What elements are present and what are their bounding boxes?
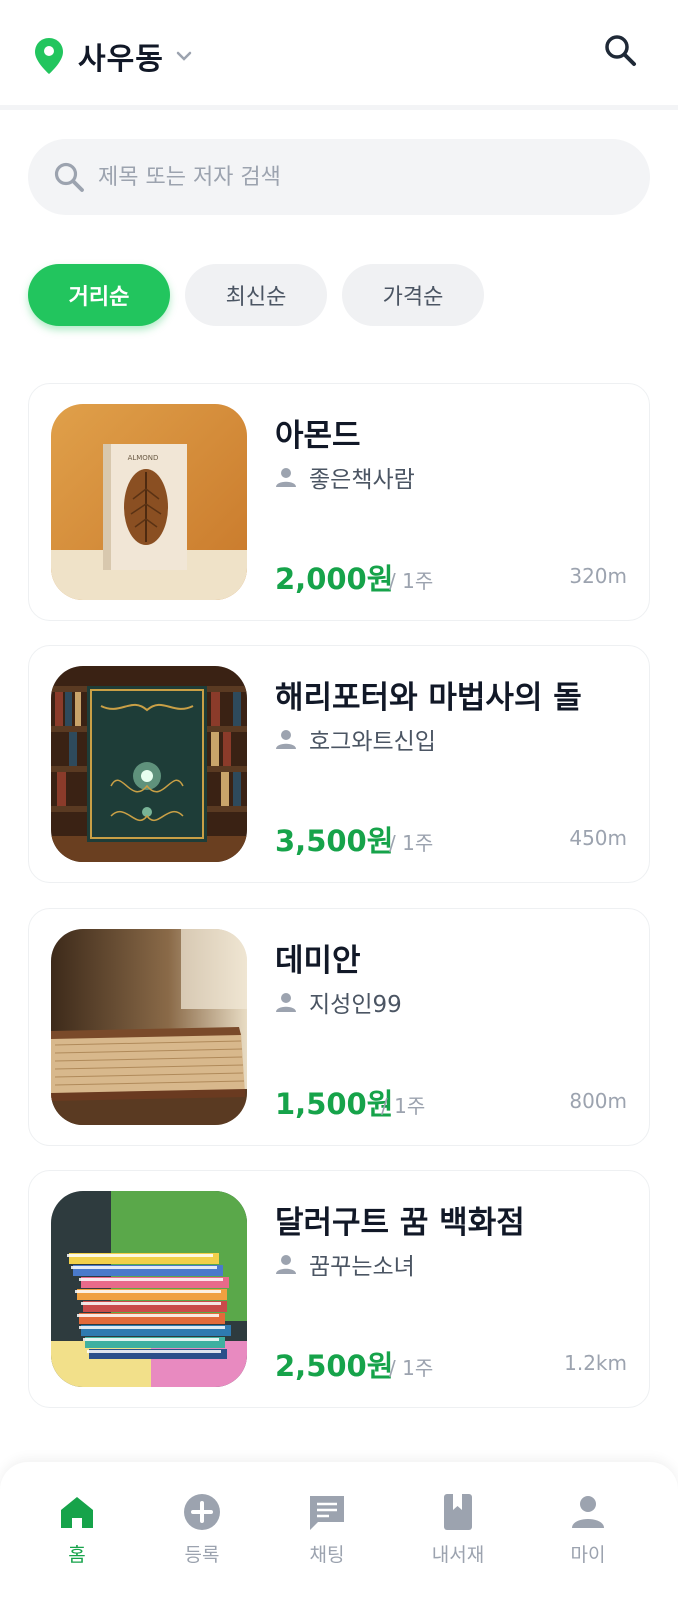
book-owner: 지성인99 xyxy=(275,985,402,1019)
nav-my[interactable]: 마이 xyxy=(538,1492,638,1567)
home-icon xyxy=(61,1497,93,1528)
bookmark-book-icon xyxy=(444,1494,472,1530)
location-selector[interactable]: 사우동 xyxy=(34,34,192,78)
nav-label: 채팅 xyxy=(309,1544,345,1566)
chevron-down-icon xyxy=(176,51,192,61)
owner-name: 호그와트신입 xyxy=(309,729,436,755)
nav-library[interactable]: 내서재 xyxy=(408,1492,508,1567)
book-owner: 좋은책사람 xyxy=(275,460,415,494)
rent-period: / 1주 xyxy=(389,1356,434,1380)
book-card[interactable]: ALMOND 아몬드 좋은책사람 2,000원 / 1주 320m xyxy=(28,383,650,621)
book-card[interactable]: 데미안 지성인99 1,500원 / 1주 800m xyxy=(28,908,650,1146)
sort-chips: 거리순 최신순 가격순 xyxy=(28,264,499,326)
app-header: 사우동 xyxy=(0,0,678,110)
owner-name: 지성인99 xyxy=(309,992,402,1018)
book-title: 데미안 xyxy=(275,943,361,979)
distance: 1.2km xyxy=(564,1351,627,1375)
sort-chip-price[interactable]: 가격순 xyxy=(342,264,484,326)
owner-name: 좋은책사람 xyxy=(309,467,415,493)
book-card[interactable]: 달러구트 꿈 백화점 꿈꾸는소녀 2,500원 / 1주 1.2km xyxy=(28,1170,650,1408)
distance: 320m xyxy=(569,564,627,588)
nav-chat[interactable]: 채팅 xyxy=(277,1492,377,1567)
book-price: 2,500원 xyxy=(275,1349,394,1383)
chat-icon xyxy=(310,1496,344,1530)
book-owner: 호그와트신입 xyxy=(275,722,436,756)
add-circle-icon xyxy=(184,1494,220,1530)
book-title: 달러구트 꿈 백화점 xyxy=(275,1205,525,1241)
search-icon[interactable] xyxy=(602,32,638,68)
book-title: 해리포터와 마법사의 돌 xyxy=(275,680,582,716)
nav-label: 등록 xyxy=(184,1544,220,1566)
rent-period: / 1주 xyxy=(381,1094,426,1118)
book-card[interactable]: 해리포터와 마법사의 돌 호그와트신입 3,500원 / 1주 450m xyxy=(28,645,650,883)
book-thumbnail xyxy=(51,929,247,1125)
rent-period: / 1주 xyxy=(389,831,434,855)
almond-cover-text: ALMOND xyxy=(128,454,159,462)
user-icon xyxy=(276,730,296,749)
owner-name: 꿈꾸는소녀 xyxy=(309,1254,415,1280)
nav-label: 내서재 xyxy=(431,1544,485,1566)
distance: 450m xyxy=(569,826,627,850)
user-icon xyxy=(276,993,296,1012)
book-thumbnail: ALMOND xyxy=(51,404,247,600)
search-bar[interactable] xyxy=(28,139,650,215)
book-thumbnail xyxy=(51,1191,247,1387)
search-icon xyxy=(54,162,84,192)
book-owner: 꿈꾸는소녀 xyxy=(275,1247,415,1281)
sort-chip-latest[interactable]: 최신순 xyxy=(185,264,327,326)
sort-chip-distance[interactable]: 거리순 xyxy=(28,264,170,326)
book-thumbnail xyxy=(51,666,247,862)
book-title: 아몬드 xyxy=(275,418,361,454)
nav-home[interactable]: 홈 xyxy=(27,1492,127,1567)
nav-label: 홈 xyxy=(68,1544,86,1566)
bottom-navigation: 홈 등록 채팅 내서재 마이 xyxy=(0,1462,678,1600)
location-title: 사우동 xyxy=(78,42,164,77)
nav-label: 마이 xyxy=(570,1544,606,1566)
user-icon xyxy=(276,1255,296,1274)
location-pin-icon xyxy=(35,38,63,74)
user-icon xyxy=(572,1496,604,1528)
book-price: 3,500원 xyxy=(275,824,394,858)
search-input[interactable] xyxy=(98,164,618,190)
rent-period: / 1주 xyxy=(389,569,434,593)
book-price: 2,000원 xyxy=(275,562,394,596)
book-price: 1,500원 xyxy=(275,1087,394,1121)
distance: 800m xyxy=(569,1089,627,1113)
nav-register[interactable]: 등록 xyxy=(152,1492,252,1567)
user-icon xyxy=(276,468,296,487)
